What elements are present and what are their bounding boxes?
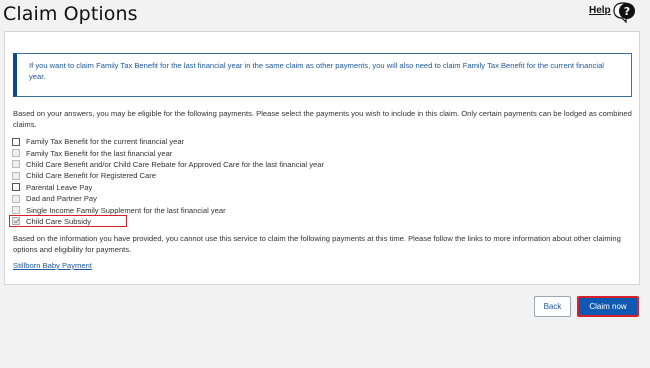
payment-option-dad-partner-pay: Dad and Partner Pay [12,193,324,204]
checkbox-disabled [12,194,20,203]
info-alert: If you want to claim Family Tax Benefit … [13,53,632,97]
checkbox-disabled [12,160,20,169]
stillborn-baby-payment-link[interactable]: Stillborn Baby Payment [13,261,92,270]
payment-label: Single Income Family Supplement for the … [26,205,226,215]
payment-label: Parental Leave Pay [26,182,93,192]
payment-label: Child Care Subsidy [26,216,91,226]
back-button[interactable]: Back [534,296,571,317]
checkbox[interactable] [12,137,20,146]
payment-label: Dad and Partner Pay [26,194,97,204]
svg-text:?: ? [624,5,630,18]
checkbox-disabled [12,171,20,180]
payment-option-ccb-registered: Child Care Benefit for Registered Care [12,170,324,181]
help-link[interactable]: Help [589,5,611,16]
checkbox-disabled [12,206,20,215]
claim-options-panel: If you want to claim Family Tax Benefit … [4,31,640,285]
payment-options-list: Family Tax Benefit for the current finan… [8,136,324,228]
checkbox-checked-disabled [12,217,20,226]
payment-option-ccb-ccr-approved: Child Care Benefit and/or Child Care Reb… [12,159,324,170]
info-alert-text: If you want to claim Family Tax Benefit … [29,61,604,81]
ineligible-info-text: Based on the information you have provid… [13,234,621,254]
payment-label: Child Care Benefit and/or Child Care Reb… [26,159,325,169]
page-title: Claim Options [3,3,138,25]
payment-option-child-care-subsidy: Child Care Subsidy [8,214,324,228]
checkbox[interactable] [12,183,20,192]
claim-now-button[interactable]: Claim now [577,296,639,317]
help-icon[interactable]: ? [612,1,640,23]
payment-label: Child Care Benefit for Registered Care [26,171,156,181]
payment-option-parental-leave-pay[interactable]: Parental Leave Pay [12,182,324,193]
payment-option-ftb-last: Family Tax Benefit for the last financia… [12,147,324,158]
checkbox-disabled [12,149,20,158]
payment-label: Family Tax Benefit for the last financia… [26,148,173,158]
payment-label: Family Tax Benefit for the current finan… [26,137,185,147]
payment-option-ftb-current[interactable]: Family Tax Benefit for the current finan… [12,136,324,147]
eligibility-intro-text: Based on your answers, you may be eligib… [13,109,632,129]
